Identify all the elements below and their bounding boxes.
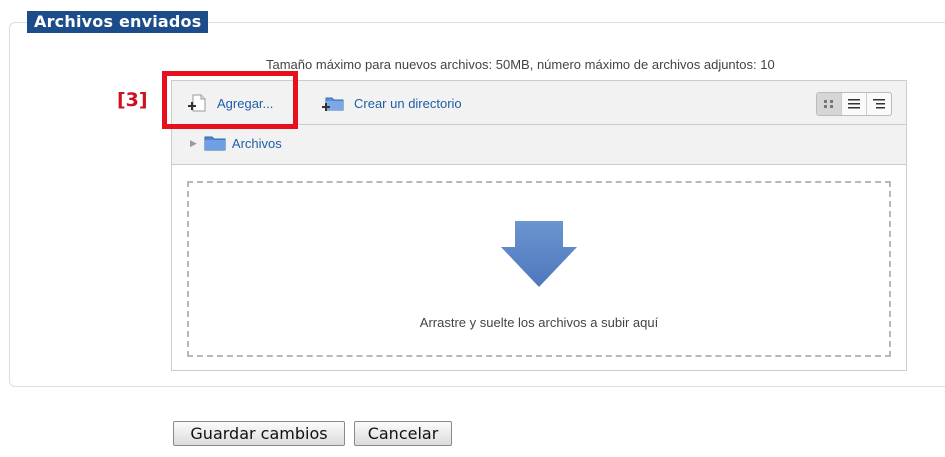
path-folder-archivos[interactable]: ▶ Archivos [190, 135, 282, 151]
add-file-button[interactable]: Agregar... [186, 92, 273, 114]
drop-arrow-icon [501, 221, 577, 287]
tree-view-button[interactable] [866, 93, 891, 115]
section-legend: Archivos enviados [27, 11, 209, 33]
expand-arrow-icon: ▶ [190, 137, 197, 148]
file-picker-toolbar: Agregar... Crear un directorio [172, 81, 906, 125]
step-marker: [3] [117, 89, 148, 111]
view-mode-switcher [816, 92, 892, 116]
add-file-label: Agregar... [217, 95, 274, 111]
drop-zone-text: Arrastre y suelte los archivos a subir a… [419, 315, 659, 330]
cancel-button[interactable]: Cancelar [354, 421, 452, 446]
icons-view-icon [824, 100, 833, 108]
icons-view-button[interactable] [817, 93, 841, 115]
file-picker: Agregar... Crear un directorio ▶ Archivo… [171, 80, 907, 371]
save-changes-button[interactable]: Guardar cambios [173, 421, 345, 446]
add-folder-icon [322, 97, 344, 111]
add-file-icon [188, 94, 206, 112]
folder-path-bar: ▶ Archivos [172, 125, 906, 165]
create-directory-label: Crear un directorio [354, 95, 462, 111]
folder-icon [204, 136, 226, 151]
list-view-button[interactable] [841, 93, 866, 115]
path-folder-label: Archivos [231, 135, 282, 151]
tree-view-icon [873, 99, 885, 109]
upload-limits-text: Tamaño máximo para nuevos archivos: 50MB… [266, 57, 775, 72]
create-directory-button[interactable]: Crear un directorio [321, 92, 462, 114]
list-view-icon [848, 99, 860, 109]
drop-zone[interactable]: Arrastre y suelte los archivos a subir a… [187, 181, 891, 357]
